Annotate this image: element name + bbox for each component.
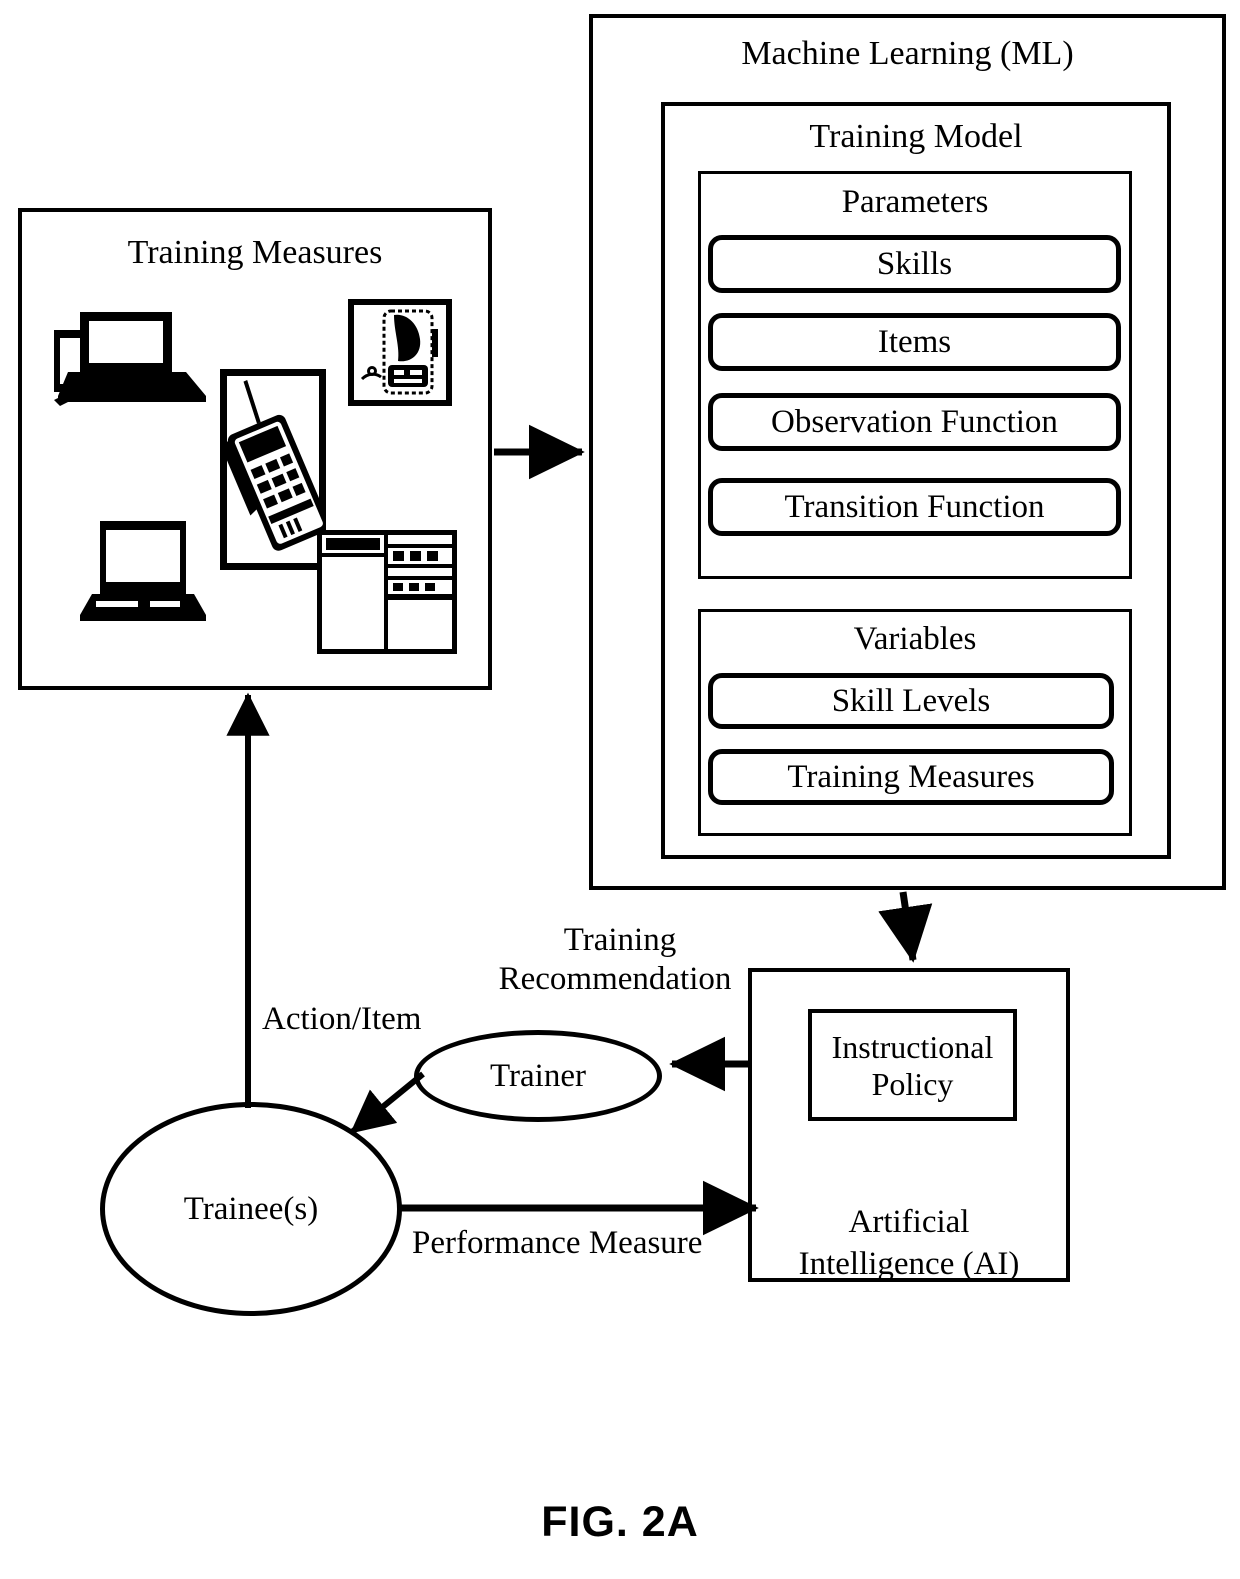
- control-panel-icon: [317, 530, 457, 654]
- arrow-trainer-to-trainee: [350, 1071, 425, 1135]
- ai-title-line1: Artificial: [848, 1204, 970, 1240]
- ai-title-line2: Intelligence (AI): [798, 1246, 1020, 1282]
- desktop-computer-icon: [54, 312, 206, 406]
- instructional-policy-label: Instructional Policy: [831, 1029, 994, 1103]
- training-measures-box: Training Measures: [18, 208, 492, 690]
- pda-device-icon: [348, 299, 452, 406]
- machine-learning-title: Machine Learning (ML): [741, 35, 1074, 72]
- trainer-node[interactable]: Trainer: [414, 1030, 662, 1122]
- figure-2a-diagram: Training Measures Machine Learning (ML) …: [0, 0, 1240, 1579]
- training-recommendation-edge-label-line1: Training: [563, 922, 677, 958]
- parameter-item-transition-function[interactable]: Transition Function: [708, 478, 1121, 536]
- training-recommendation-edge-label-line2: Recommendation: [498, 961, 732, 997]
- training-model-title: Training Model: [809, 118, 1023, 155]
- variable-item-skill-levels[interactable]: Skill Levels: [708, 673, 1114, 729]
- variable-item-training-measures[interactable]: Training Measures: [708, 749, 1114, 805]
- performance-measure-edge-label: Performance Measure: [412, 1225, 703, 1261]
- training-measures-title: Training Measures: [127, 234, 383, 271]
- arrow-ml-to-ai: [878, 891, 933, 963]
- variables-title: Variables: [853, 621, 977, 657]
- parameters-title: Parameters: [841, 184, 989, 220]
- laptop-computer-icon: [80, 521, 206, 621]
- action-item-edge-label: Action/Item: [262, 1001, 422, 1037]
- handheld-radio-icon: [220, 369, 326, 570]
- figure-caption: FIG. 2A: [541, 1498, 699, 1546]
- trainee-node[interactable]: Trainee(s): [100, 1102, 402, 1316]
- parameter-item-skills[interactable]: Skills: [708, 235, 1121, 293]
- parameter-item-observation-function[interactable]: Observation Function: [708, 393, 1121, 451]
- instructional-policy-box: Instructional Policy: [808, 1009, 1017, 1121]
- parameter-item-items[interactable]: Items: [708, 313, 1121, 371]
